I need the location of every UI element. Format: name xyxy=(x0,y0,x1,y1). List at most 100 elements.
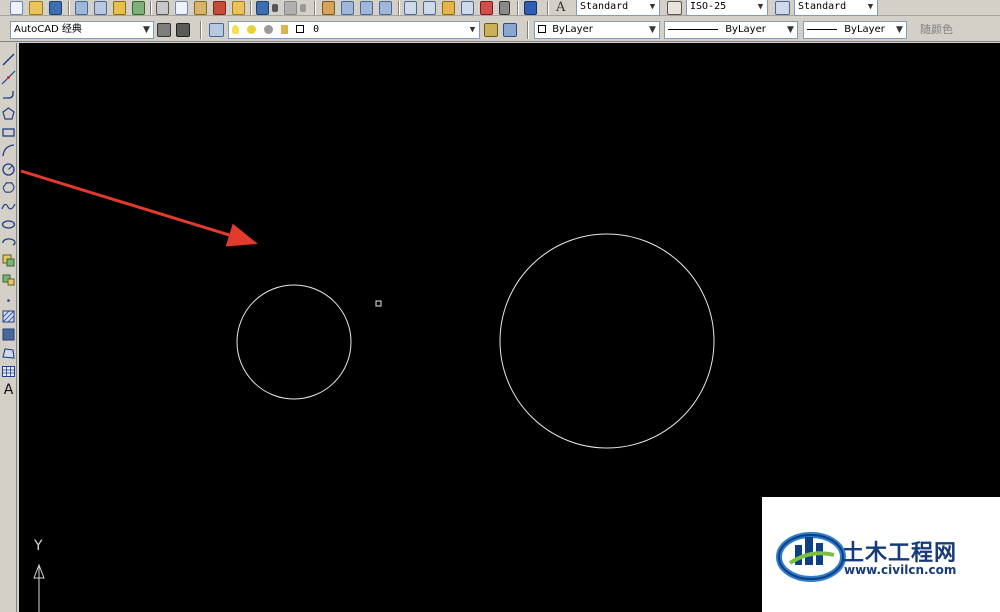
save-icon[interactable] xyxy=(49,1,62,15)
dim-style-value: ISO-25 xyxy=(690,1,727,12)
ellipse-arc-tool-icon[interactable] xyxy=(1,235,16,250)
plot-style-select[interactable]: 随颜色 xyxy=(916,21,996,39)
text-style-value: Standard xyxy=(580,1,629,12)
sheet-set-icon[interactable] xyxy=(461,1,474,15)
block-editor-icon[interactable] xyxy=(232,1,245,15)
lightbulb-icon xyxy=(232,24,239,34)
watermark-url: www.civilcn.com xyxy=(844,563,957,577)
point-tool-icon[interactable] xyxy=(1,293,16,308)
ucs-icon: Y xyxy=(33,538,45,612)
zoom-window-icon[interactable] xyxy=(360,1,373,15)
large-circle[interactable] xyxy=(499,233,715,449)
layer-value: 0 xyxy=(313,24,320,35)
properties-icon[interactable] xyxy=(404,1,417,15)
annotation-arrow xyxy=(20,169,258,247)
table-style-value: Standard xyxy=(798,1,847,12)
color-select[interactable]: ByLayer ▼ xyxy=(534,21,660,39)
linetype-select[interactable]: ByLayer ▼ xyxy=(664,21,798,39)
chevron-down-icon: ▼ xyxy=(466,22,479,38)
arc-tool-icon[interactable] xyxy=(1,143,16,158)
cut-icon[interactable] xyxy=(156,1,169,15)
lineweight-sample xyxy=(807,28,837,30)
chevron-down-icon: ▼ xyxy=(864,0,877,15)
zoom-previous-icon[interactable] xyxy=(379,1,392,15)
copy-icon[interactable] xyxy=(175,1,188,15)
construction-line-tool-icon[interactable] xyxy=(1,70,16,85)
insert-block-tool-icon[interactable] xyxy=(1,253,16,268)
match-properties-icon[interactable] xyxy=(213,1,226,15)
standard-toolbar: A Standard ▼ ISO-25 ▼ Standard ▼ xyxy=(0,0,1000,16)
markup-icon[interactable] xyxy=(480,1,493,15)
dim-style-select[interactable]: ISO-25 ▼ xyxy=(686,0,768,16)
line-tool-icon[interactable] xyxy=(1,52,16,67)
lineweight-select[interactable]: ByLayer ▼ xyxy=(803,21,907,39)
calculator-icon[interactable] xyxy=(499,1,510,15)
new-file-icon[interactable] xyxy=(10,1,23,15)
layer-previous-icon[interactable] xyxy=(503,23,517,37)
3d-dwf-icon[interactable] xyxy=(132,1,145,15)
table-style-select[interactable]: Standard ▼ xyxy=(794,0,878,16)
dim-style-icon[interactable] xyxy=(667,1,682,15)
polygon-tool-icon[interactable] xyxy=(1,106,16,121)
region-tool-icon[interactable] xyxy=(1,346,16,361)
make-object-layer-current-icon[interactable] xyxy=(484,23,498,37)
workspace-select[interactable]: AutoCAD 经典 ▼ xyxy=(10,21,154,39)
chevron-down-icon: ▼ xyxy=(893,22,906,38)
text-style-icon[interactable]: A xyxy=(556,1,572,15)
chevron-down-icon: ▼ xyxy=(784,22,797,38)
layer-select[interactable]: 0 ▼ xyxy=(228,21,480,39)
open-file-icon[interactable] xyxy=(29,1,43,15)
make-block-tool-icon[interactable] xyxy=(1,272,16,287)
civilcn-logo-icon xyxy=(776,532,846,582)
publish-icon[interactable] xyxy=(113,1,126,15)
draw-toolbar: A xyxy=(0,43,17,612)
chevron-down-icon: ▼ xyxy=(140,22,153,38)
layer-lock-icon xyxy=(281,24,289,34)
workspace-settings-icon[interactable] xyxy=(157,23,171,37)
revision-cloud-tool-icon[interactable] xyxy=(1,180,16,195)
chevron-down-icon: ▼ xyxy=(754,0,767,15)
circle-tool-icon[interactable] xyxy=(1,162,16,177)
my-workspace-icon[interactable] xyxy=(176,23,190,37)
table-style-icon[interactable] xyxy=(775,1,790,15)
multiline-text-tool-icon[interactable]: A xyxy=(1,383,16,398)
small-circle[interactable] xyxy=(236,284,352,400)
lineweight-value: ByLayer xyxy=(844,24,885,35)
pan-icon[interactable] xyxy=(322,1,335,15)
zoom-realtime-icon[interactable] xyxy=(341,1,354,15)
plot-style-value: 随颜色 xyxy=(920,23,953,36)
workspace-value: AutoCAD 经典 xyxy=(14,24,82,35)
table-tool-icon[interactable] xyxy=(1,364,16,379)
gradient-tool-icon[interactable] xyxy=(1,327,16,342)
sun-icon xyxy=(247,24,257,34)
layer-color-swatch-icon xyxy=(296,25,305,33)
undo-icon[interactable] xyxy=(256,1,269,15)
color-swatch-icon xyxy=(538,25,546,33)
layer-manager-icon[interactable] xyxy=(209,23,224,37)
linetype-sample xyxy=(668,28,718,30)
undo-dropdown-icon[interactable] xyxy=(272,4,278,12)
cursor-pickbox xyxy=(375,300,382,307)
chevron-down-icon: ▼ xyxy=(646,22,659,38)
plot-icon[interactable] xyxy=(75,1,88,15)
ellipse-tool-icon[interactable] xyxy=(1,217,16,232)
spline-tool-icon[interactable] xyxy=(1,199,16,214)
polyline-tool-icon[interactable] xyxy=(1,88,16,103)
watermark-panel: 土木工程网 www.civilcn.com xyxy=(762,497,1000,612)
tool-palettes-icon[interactable] xyxy=(442,1,455,15)
hatch-tool-icon[interactable] xyxy=(1,309,16,324)
paste-icon[interactable] xyxy=(194,1,207,15)
lock-icon xyxy=(264,24,274,34)
layers-properties-toolbar: AutoCAD 经典 ▼ 0 ▼ ByLayer ▼ ByLayer ▼ ByL… xyxy=(0,17,1000,42)
plot-preview-icon[interactable] xyxy=(94,1,107,15)
design-center-icon[interactable] xyxy=(423,1,436,15)
ucs-y-label: Y xyxy=(33,538,43,554)
redo-icon[interactable] xyxy=(284,1,297,15)
redo-dropdown-icon[interactable] xyxy=(300,4,306,12)
chevron-down-icon: ▼ xyxy=(646,0,659,15)
text-style-select[interactable]: Standard ▼ xyxy=(576,0,660,16)
linetype-value: ByLayer xyxy=(725,24,766,35)
color-value: ByLayer xyxy=(552,24,593,35)
rectangle-tool-icon[interactable] xyxy=(1,125,16,140)
help-icon[interactable] xyxy=(524,1,537,15)
